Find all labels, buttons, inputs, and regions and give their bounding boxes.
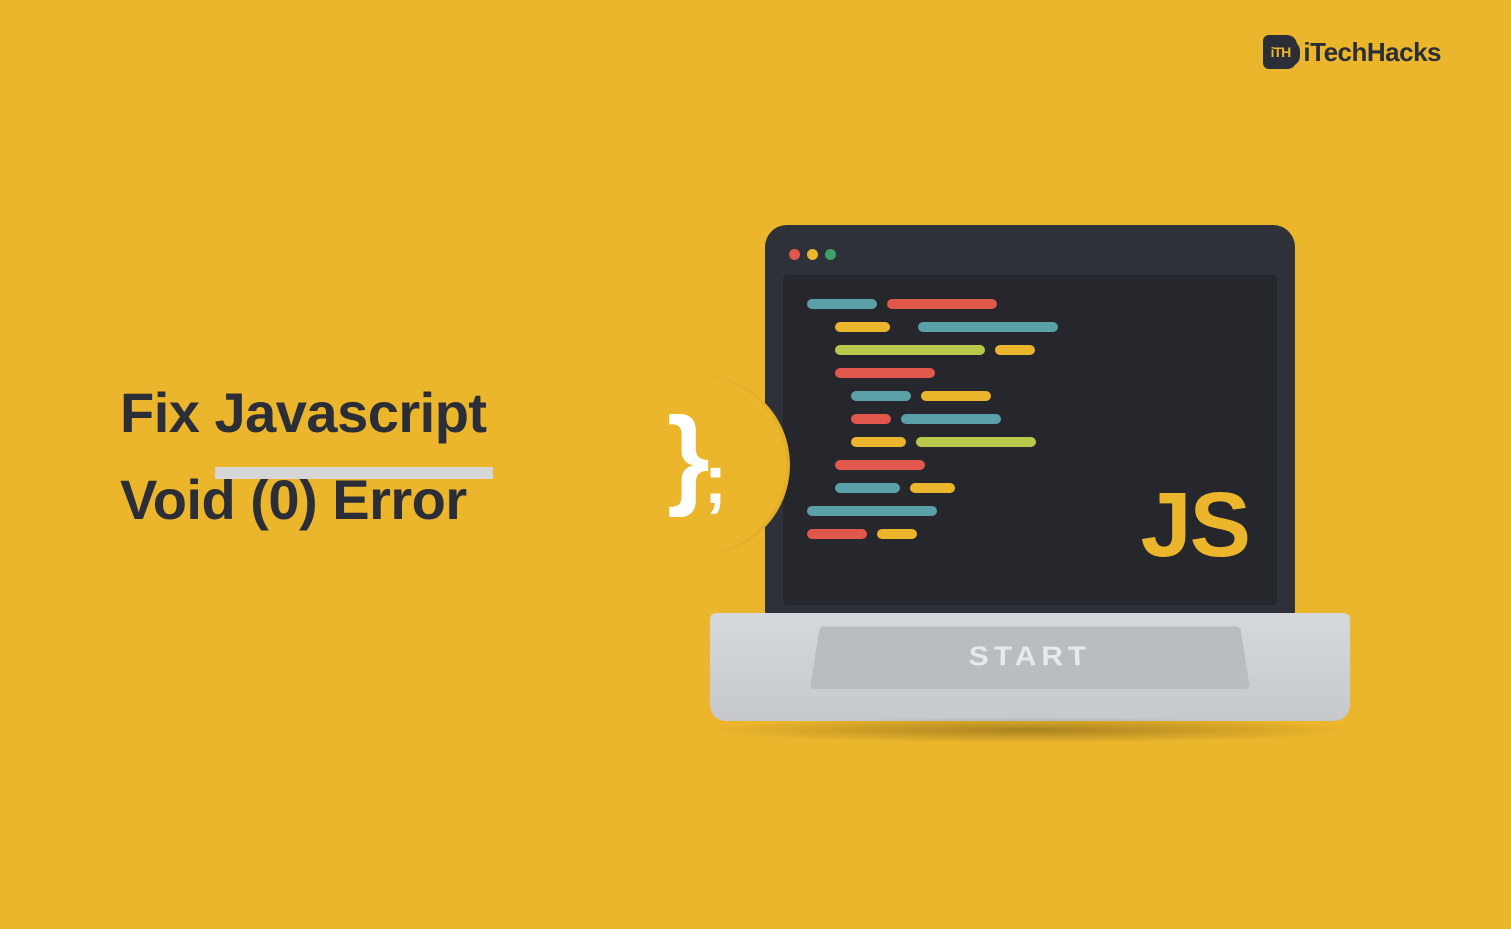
code-line: [807, 506, 1067, 516]
code-line: [807, 368, 1067, 378]
code-line: [807, 460, 1067, 470]
code-segment: [918, 322, 1058, 332]
code-line: [807, 345, 1067, 355]
traffic-light-green-icon: [825, 249, 836, 260]
code-segment: [851, 414, 891, 424]
headline-jsword: Javascript: [214, 370, 486, 457]
code-lines: [807, 299, 1067, 539]
code-segment: [851, 391, 911, 401]
semicolon-glyph: ;: [704, 444, 727, 514]
code-line: [807, 483, 1067, 493]
code-segment: [887, 299, 997, 309]
code-segment: [835, 322, 890, 332]
headline: Fix Javascript Void (0) Error: [120, 370, 487, 544]
laptop-lid: JS };: [765, 225, 1295, 615]
code-line: [807, 437, 1067, 447]
code-line: [807, 391, 1067, 401]
window-titlebar: [783, 243, 1277, 265]
code-segment: [835, 368, 935, 378]
brand-name: iTechHacks: [1303, 37, 1441, 68]
code-segment: [835, 483, 900, 493]
brand-mark-icon: iTH: [1263, 35, 1297, 69]
code-line: [807, 322, 1067, 332]
code-segment: [807, 299, 877, 309]
js-badge-icon: };: [610, 375, 790, 555]
laptop-illustration: JS }; START: [710, 225, 1350, 721]
code-segment: [901, 414, 1001, 424]
code-line: [807, 299, 1067, 309]
laptop-screen: JS: [783, 275, 1277, 605]
code-segment: [877, 529, 917, 539]
code-segment: [807, 529, 867, 539]
brand-logo: iTH iTechHacks: [1263, 35, 1441, 69]
laptop-deck: START: [710, 613, 1350, 721]
code-line: [807, 529, 1067, 539]
traffic-light-red-icon: [789, 249, 800, 260]
code-segment: [835, 460, 925, 470]
traffic-light-yellow-icon: [807, 249, 818, 260]
headline-prefix: Fix: [120, 381, 199, 444]
code-segment: [995, 345, 1035, 355]
keyboard-label: START: [810, 627, 1250, 689]
code-segment: [921, 391, 991, 401]
code-segment: [910, 483, 955, 493]
js-label: JS: [1140, 479, 1249, 571]
code-segment: [807, 506, 937, 516]
code-segment: [916, 437, 1036, 447]
code-segment: [851, 437, 906, 447]
code-segment: [835, 345, 985, 355]
code-line: [807, 414, 1067, 424]
